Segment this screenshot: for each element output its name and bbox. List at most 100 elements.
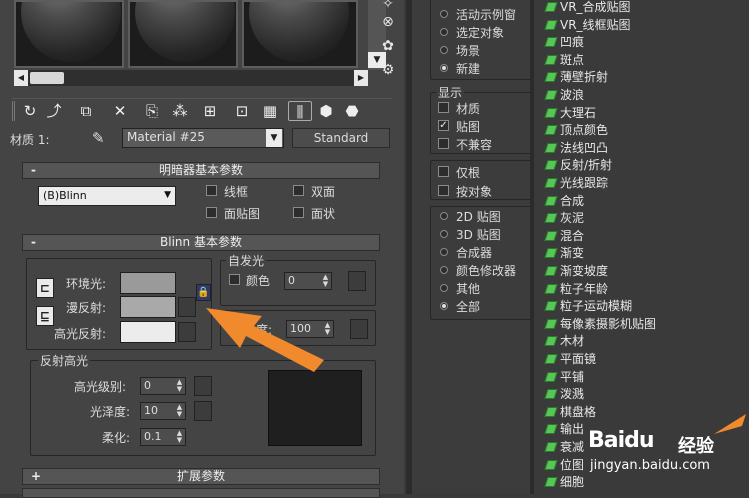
wire-checkbox[interactable]: [206, 185, 217, 196]
map-list-item[interactable]: 凹痕: [544, 33, 584, 50]
browse-from-radio[interactable]: [440, 28, 448, 36]
go-forward-sibling-icon[interactable]: ⬣: [340, 101, 364, 121]
show-checkbox[interactable]: [438, 102, 449, 113]
slots-horizontal-scrollbar[interactable]: ◀ ▶: [14, 70, 368, 86]
make-copy-icon[interactable]: ⎘: [140, 101, 164, 121]
sample-slot-1[interactable]: [14, 0, 124, 68]
self-illum-spinner[interactable]: 0 ▲ ▼: [284, 272, 332, 290]
get-material-icon[interactable]: ↻: [18, 101, 42, 121]
spinner-arrows-icon[interactable]: ▲ ▼: [175, 430, 184, 444]
ambient-color-swatch[interactable]: [120, 272, 176, 294]
specular-color-swatch[interactable]: [120, 321, 176, 343]
map-list-item[interactable]: 渐变: [544, 244, 584, 261]
glossiness-map-button[interactable]: [194, 401, 212, 421]
map-list-item[interactable]: 衰减: [544, 438, 584, 455]
spinner-arrows-icon[interactable]: ▲ ▼: [175, 379, 184, 393]
scroll-right-icon[interactable]: ▶: [354, 70, 368, 86]
lock-diffuse-specular-button[interactable]: ⊑: [36, 306, 54, 326]
diffuse-color-swatch[interactable]: [120, 296, 176, 318]
opacity-spinner[interactable]: 100 ▲ ▼: [286, 320, 334, 338]
scroll-left-icon[interactable]: ◀: [14, 70, 28, 86]
lock-icon[interactable]: 🔒: [196, 284, 211, 301]
material-type-button[interactable]: Standard: [292, 128, 390, 148]
sample-slot-2[interactable]: [128, 0, 238, 68]
go-to-parent-icon[interactable]: ⬢: [314, 101, 338, 121]
extended-rollout-header[interactable]: + 扩展参数: [22, 468, 380, 485]
make-unique-icon[interactable]: ⁂: [168, 101, 192, 121]
map-list-item[interactable]: 平铺: [544, 368, 584, 385]
put-to-library-icon[interactable]: ⊞: [198, 101, 222, 121]
specular-map-button[interactable]: [178, 322, 196, 342]
faceted-checkbox[interactable]: [293, 207, 304, 218]
map-list-item[interactable]: VR_合成贴图: [544, 0, 631, 15]
glossiness-spinner[interactable]: 10 ▲ ▼: [140, 402, 186, 420]
sample-type-icon[interactable]: ✧: [378, 0, 398, 14]
options-icon[interactable]: ⚙: [378, 62, 398, 80]
browse-from-radio[interactable]: [440, 64, 448, 72]
map-list-item[interactable]: 输出: [544, 420, 584, 437]
map-list-item[interactable]: 薄壁折射: [544, 68, 608, 85]
blinn-rollout-header[interactable]: - Blinn 基本参数: [22, 234, 380, 251]
background-icon[interactable]: ✿: [378, 38, 398, 56]
map-list-item[interactable]: 平面镜: [544, 350, 596, 367]
category-radio[interactable]: [440, 230, 448, 238]
map-list-item[interactable]: 泼溅: [544, 385, 584, 402]
map-list-item[interactable]: 波浪: [544, 86, 584, 103]
map-list-item[interactable]: 渐变坡度: [544, 262, 608, 279]
category-radio[interactable]: [440, 284, 448, 292]
filter-checkbox[interactable]: [438, 185, 449, 196]
next-rollout-header[interactable]: [22, 488, 380, 498]
map-list-item[interactable]: 木材: [544, 332, 584, 349]
show-end-result-icon[interactable]: ⫼: [288, 101, 312, 121]
show-map-icon[interactable]: ▦: [258, 101, 282, 121]
category-radio[interactable]: [440, 212, 448, 220]
diffuse-map-button[interactable]: [178, 297, 196, 317]
map-list-item[interactable]: 位图: [544, 456, 584, 473]
shader-rollout-header[interactable]: - 明暗器基本参数: [22, 162, 380, 179]
show-checkbox[interactable]: ✓: [438, 120, 449, 131]
sample-slot-3[interactable]: [242, 0, 358, 68]
map-list-item[interactable]: 混合: [544, 227, 584, 244]
eyedropper-icon[interactable]: ✎: [92, 129, 105, 147]
category-radio[interactable]: [440, 266, 448, 274]
map-list-item[interactable]: 细胞: [544, 473, 584, 490]
specular-level-map-button[interactable]: [194, 376, 212, 396]
material-id-icon[interactable]: ⊡: [230, 101, 254, 121]
spinner-arrows-icon[interactable]: ▲ ▼: [321, 274, 330, 288]
reset-map-icon[interactable]: ✕: [108, 101, 132, 121]
assign-to-selection-icon[interactable]: ⧉: [74, 101, 98, 121]
map-list-item[interactable]: 灰泥: [544, 209, 584, 226]
two-sided-checkbox[interactable]: [293, 185, 304, 196]
map-list-item[interactable]: 粒子年龄: [544, 280, 608, 297]
show-checkbox[interactable]: [438, 138, 449, 149]
map-list-item[interactable]: 合成: [544, 192, 584, 209]
chevron-down-icon[interactable]: ▼: [266, 129, 282, 147]
backlight-icon[interactable]: ⊗: [378, 14, 398, 32]
map-list-item[interactable]: 顶点颜色: [544, 121, 608, 138]
map-list-item[interactable]: VR_线框贴图: [544, 16, 631, 33]
put-to-scene-icon[interactable]: ⤴: [42, 101, 66, 121]
spinner-arrows-icon[interactable]: ▲ ▼: [175, 404, 184, 418]
self-illum-map-button[interactable]: [348, 271, 366, 291]
specular-level-spinner[interactable]: 0 ▲ ▼: [140, 377, 186, 395]
map-list-item[interactable]: 反射/折射: [544, 156, 612, 173]
map-list-item[interactable]: 粒子运动模糊: [544, 297, 632, 314]
map-list-item[interactable]: 法线凹凸: [544, 139, 608, 156]
soften-spinner[interactable]: 0.1 ▲ ▼: [140, 428, 186, 446]
spinner-arrows-icon[interactable]: ▲ ▼: [323, 322, 332, 336]
scroll-thumb[interactable]: [30, 72, 64, 84]
opacity-map-button[interactable]: [350, 319, 368, 339]
filter-checkbox[interactable]: [438, 166, 449, 177]
material-name-field[interactable]: Material #25: [122, 128, 284, 148]
self-illum-color-checkbox[interactable]: [229, 274, 240, 285]
shader-type-dropdown[interactable]: (B)Blinn ▼: [38, 186, 176, 206]
map-list-item[interactable]: 每像素摄影机贴图: [544, 315, 656, 332]
browse-from-radio[interactable]: [440, 46, 448, 54]
map-list-item[interactable]: 光线跟踪: [544, 174, 608, 191]
category-radio[interactable]: [440, 302, 448, 310]
lock-ambient-diffuse-button[interactable]: ⊏: [36, 278, 54, 298]
browse-from-radio[interactable]: [440, 10, 448, 18]
map-list-item[interactable]: 斑点: [544, 51, 584, 68]
map-list-item[interactable]: 大理石: [544, 104, 596, 121]
category-radio[interactable]: [440, 248, 448, 256]
